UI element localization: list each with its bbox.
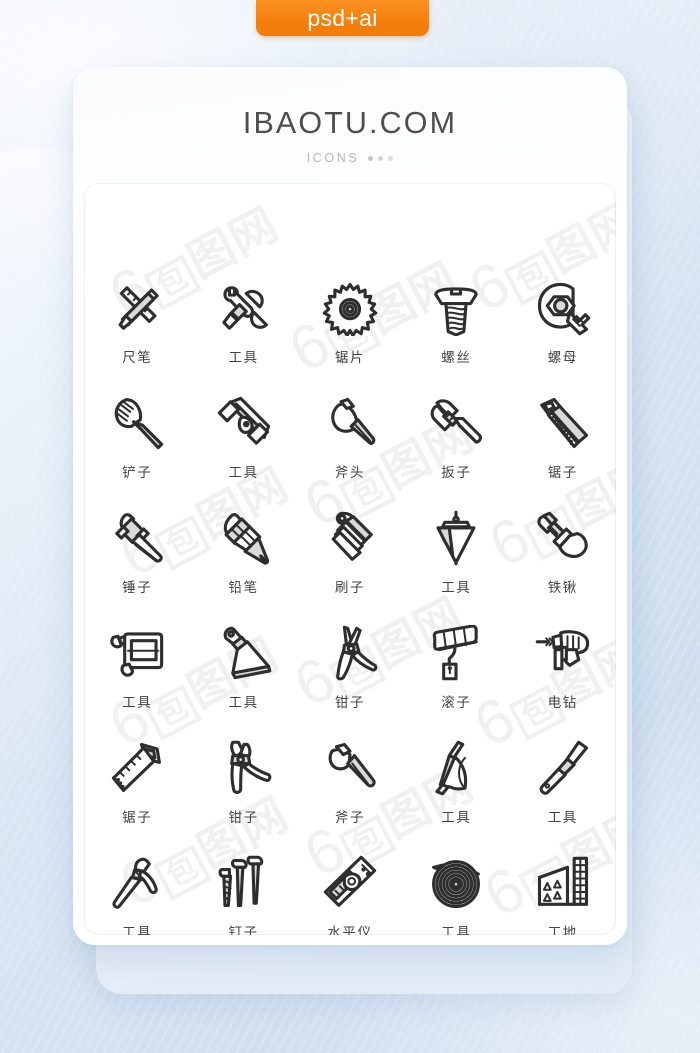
panel-saw-icon <box>106 739 168 797</box>
icon-cell[interactable]: 工具 <box>84 624 190 739</box>
nut-wrench-icon <box>532 279 594 337</box>
icon-label: 水平仪 <box>327 925 373 935</box>
icon-cell[interactable]: 铲子 <box>84 394 190 509</box>
spirit-level-icon <box>319 854 381 912</box>
icon-label: 钳子 <box>228 810 259 826</box>
icon-cell[interactable]: 工具 <box>190 394 296 509</box>
icon-label: 铁锹 <box>547 580 578 596</box>
pipe-wrench-icon <box>425 394 487 452</box>
icon-label: 工具 <box>228 465 259 481</box>
wrench-screwdriver-icon <box>213 279 275 337</box>
card-header: IBAOTU.COM ICONS <box>73 67 627 165</box>
pruning-saw-icon <box>425 739 487 797</box>
chisel-icon <box>532 739 594 797</box>
icon-cell[interactable]: 锯子 <box>84 739 190 854</box>
icon-cell[interactable]: 工具 <box>190 624 296 739</box>
icon-cell[interactable]: 工地 <box>510 854 616 935</box>
icon-label: 工具 <box>441 580 472 596</box>
icon-cell[interactable]: 工具 <box>84 854 190 935</box>
icon-label: 斧子 <box>334 810 366 826</box>
icon-grid: 尺笔 工具 锯片 螺丝 螺母 铲子 工具 斧头 扳子 锯子 锤子 铅笔 刷子 工… <box>84 279 616 935</box>
icon-label: 工地 <box>547 925 578 935</box>
scraper-icon <box>213 624 275 682</box>
icon-label: 电钻 <box>547 695 578 711</box>
icon-cell[interactable]: 锯子 <box>510 394 616 509</box>
pickaxe-icon <box>106 854 168 912</box>
icon-label: 斧头 <box>334 465 366 481</box>
paint-roller-icon <box>425 624 487 682</box>
icon-label: 铅笔 <box>228 580 259 596</box>
icon-label: 螺母 <box>547 350 578 366</box>
icon-label: 钳子 <box>334 695 366 711</box>
icon-cell[interactable]: 锯片 <box>297 279 403 394</box>
pencil-icon <box>213 509 275 567</box>
icon-label: 工具 <box>122 695 153 711</box>
icon-cell[interactable]: 扳子 <box>403 394 509 509</box>
wire-coil-icon <box>425 854 487 912</box>
plumb-bob-icon <box>425 509 487 567</box>
pliers-icon <box>319 624 381 682</box>
subtitle-dots <box>368 155 394 161</box>
icon-cell[interactable]: 工具 <box>403 854 509 935</box>
mallet-icon <box>106 509 168 567</box>
page-title: IBAOTU.COM <box>242 106 458 140</box>
icon-label: 刷子 <box>334 580 366 596</box>
icon-cell[interactable]: 工具 <box>403 509 509 624</box>
icon-label: 滚子 <box>441 695 472 711</box>
subtitle-text: ICONS <box>306 151 360 165</box>
icon-cell[interactable]: 电钻 <box>510 624 616 739</box>
shovel-icon <box>532 509 594 567</box>
icon-cell[interactable]: 滚子 <box>403 624 509 739</box>
card-subtitle: ICONS <box>73 151 627 165</box>
icon-set-card: IBAOTU.COM ICONS 6包图网6包图网6包图网6包图网6包图网6包图… <box>73 67 627 945</box>
psd-ai-badge: psd+ai <box>256 0 429 36</box>
icon-cell[interactable]: 工具 <box>190 279 296 394</box>
icon-cell[interactable]: 尺笔 <box>84 279 190 394</box>
cutting-pliers-icon <box>213 739 275 797</box>
icon-cell[interactable]: 铁锹 <box>510 509 616 624</box>
construction-site-icon <box>532 854 594 912</box>
nails-icon <box>213 854 275 912</box>
icon-label: 螺丝 <box>441 350 472 366</box>
icon-label: 扳子 <box>441 465 472 481</box>
screw-icon <box>425 279 487 337</box>
icon-label: 尺笔 <box>122 350 153 366</box>
icon-cell[interactable]: 刷子 <box>297 509 403 624</box>
spatula-icon <box>106 394 168 452</box>
axe-head-icon <box>319 394 381 452</box>
icon-cell[interactable]: 螺丝 <box>403 279 509 394</box>
icon-cell[interactable]: 工具 <box>403 739 509 854</box>
icon-cell[interactable]: 铅笔 <box>190 509 296 624</box>
ruler-pencil-icon <box>106 279 168 337</box>
icon-cell[interactable]: 斧子 <box>297 739 403 854</box>
icon-label: 工具 <box>441 925 472 935</box>
power-drill-icon <box>532 624 594 682</box>
icon-cell[interactable]: 钉子 <box>190 854 296 935</box>
icon-label: 锤子 <box>122 580 153 596</box>
icon-label: 工具 <box>441 810 472 826</box>
saw-blade-icon <box>319 279 381 337</box>
icon-label: 锯子 <box>547 465 578 481</box>
icon-label: 工具 <box>228 695 259 711</box>
handsaw-icon <box>532 394 594 452</box>
icon-cell[interactable]: 斧头 <box>297 394 403 509</box>
icon-cell[interactable]: 螺母 <box>510 279 616 394</box>
icon-panel: 6包图网6包图网6包图网6包图网6包图网6包图网6包图网6包图网6包图网6包图网… <box>84 183 616 935</box>
hacksaw-icon <box>106 624 168 682</box>
icon-label: 工具 <box>228 350 259 366</box>
icon-label: 工具 <box>122 925 153 935</box>
icon-label: 铲子 <box>122 465 153 481</box>
icon-cell[interactable]: 钳子 <box>190 739 296 854</box>
icon-cell[interactable]: 钳子 <box>297 624 403 739</box>
icon-cell[interactable]: 锤子 <box>84 509 190 624</box>
icon-label: 锯片 <box>334 350 366 366</box>
icon-cell[interactable]: 工具 <box>510 739 616 854</box>
icon-label: 钉子 <box>228 925 259 935</box>
icon-label: 工具 <box>547 810 578 826</box>
icon-label: 锯子 <box>122 810 153 826</box>
paint-brush-icon <box>319 509 381 567</box>
sanding-block-icon <box>213 394 275 452</box>
icon-cell[interactable]: 水平仪 <box>297 854 403 935</box>
hatchet-icon <box>319 739 381 797</box>
